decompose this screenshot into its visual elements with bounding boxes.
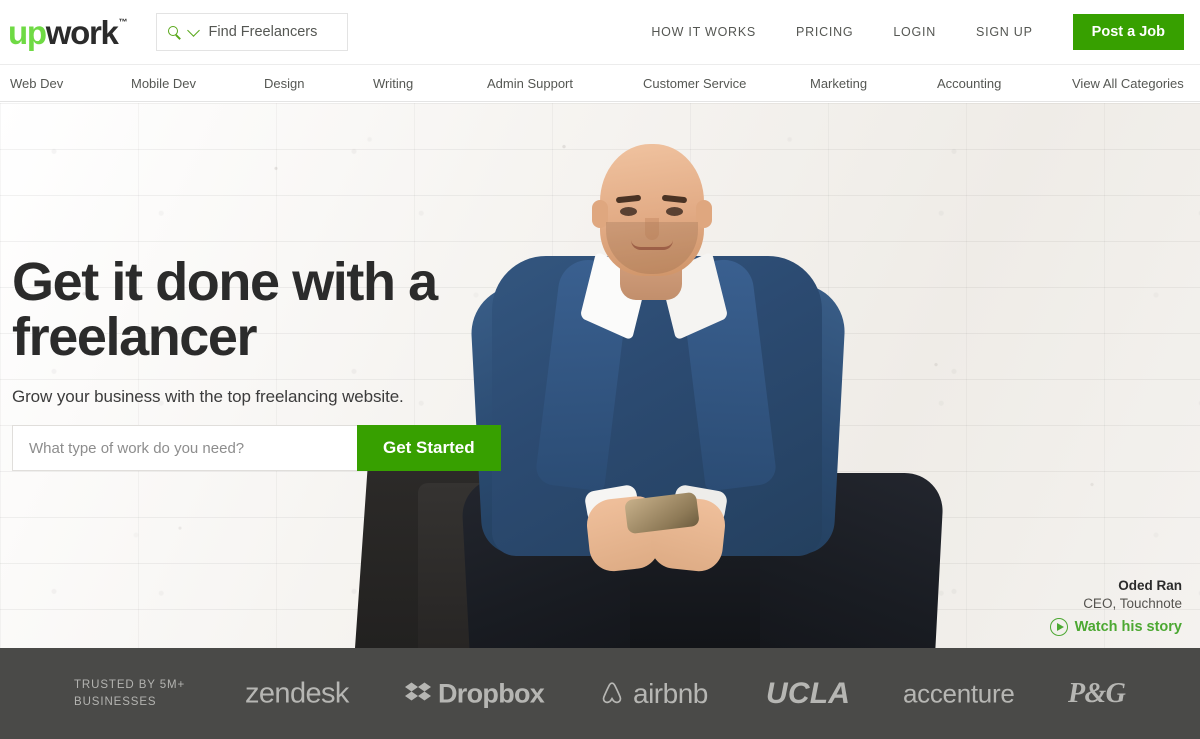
hero-search-form: Get Started bbox=[12, 425, 501, 472]
find-freelancers-label: Find Freelancers bbox=[208, 24, 318, 40]
testimonial-name: Oded Ran bbox=[1118, 577, 1182, 593]
brand-logo-ucla: UCLA bbox=[766, 677, 850, 711]
testimonial-role: CEO, Touchnote bbox=[1083, 595, 1182, 611]
ucla-wordmark: UCLA bbox=[766, 676, 851, 710]
post-a-job-button[interactable]: Post a Job bbox=[1072, 14, 1184, 50]
upwork-logo[interactable]: up work ™ bbox=[8, 16, 128, 49]
get-started-button[interactable]: Get Started bbox=[357, 425, 501, 472]
brand-logo-accenture: > accenture bbox=[903, 678, 1200, 709]
category-mobile-dev[interactable]: Mobile Dev bbox=[131, 76, 196, 91]
logo-text-up: up bbox=[8, 13, 47, 51]
hero-section: Get it done with a freelancer Grow your … bbox=[0, 103, 1200, 648]
accenture-wordmark: accenture bbox=[903, 678, 1015, 708]
dropbox-wordmark: Dropbox bbox=[438, 678, 545, 708]
watch-story-label: Watch his story bbox=[1074, 619, 1182, 635]
hero-headline: Get it done with a freelancer bbox=[12, 252, 438, 368]
airbnb-icon bbox=[598, 680, 626, 708]
brand-logo-pg: P&G bbox=[1068, 677, 1126, 710]
brand-logo-row: zendesk Dropbox airbnb UCLA > accentur bbox=[0, 648, 1200, 739]
hero-copy: Get it done with a freelancer Grow your … bbox=[12, 252, 501, 472]
zendesk-wordmark: zendesk bbox=[245, 677, 349, 709]
hero-subheadline: Grow your business with the top freelanc… bbox=[12, 387, 404, 407]
category-web-dev[interactable]: Web Dev bbox=[10, 76, 63, 91]
category-customer-service[interactable]: Customer Service bbox=[643, 76, 746, 91]
upwork-homepage: up work ™ Find Freelancers HOW IT WORKS PR… bbox=[0, 0, 1200, 739]
nav-pricing[interactable]: PRICING bbox=[796, 25, 853, 39]
nav-how-it-works[interactable]: HOW IT WORKS bbox=[651, 25, 756, 39]
site-header: up work ™ Find Freelancers HOW IT WORKS PR… bbox=[0, 0, 1200, 64]
nav-login[interactable]: LOGIN bbox=[893, 25, 936, 39]
dropbox-icon bbox=[405, 682, 432, 706]
chevron-down-icon bbox=[186, 23, 200, 37]
category-marketing[interactable]: Marketing bbox=[810, 76, 867, 91]
trusted-by-bar: TRUSTED BY 5M+ BUSINESSES zendesk Dropbo… bbox=[0, 648, 1200, 739]
hero-search-input[interactable] bbox=[12, 425, 357, 472]
nav-sign-up[interactable]: SIGN UP bbox=[976, 25, 1033, 39]
brand-logo-dropbox: Dropbox bbox=[405, 678, 545, 709]
category-design[interactable]: Design bbox=[264, 76, 304, 91]
brand-logo-airbnb: airbnb bbox=[598, 678, 708, 710]
logo-text-work: work bbox=[45, 13, 119, 51]
logo-trademark-icon: ™ bbox=[118, 16, 128, 27]
find-freelancers-dropdown[interactable]: Find Freelancers bbox=[155, 13, 348, 51]
category-admin-support[interactable]: Admin Support bbox=[487, 76, 573, 91]
brand-logo-zendesk: zendesk bbox=[245, 677, 349, 710]
airbnb-wordmark: airbnb bbox=[633, 677, 708, 709]
category-view-all-categories[interactable]: View All Categories bbox=[1072, 76, 1184, 91]
play-circle-icon bbox=[1049, 618, 1068, 636]
category-nav: Web Dev Mobile Dev Design Writing Admin … bbox=[0, 64, 1200, 102]
pg-wordmark: P&G bbox=[1068, 677, 1126, 709]
category-writing[interactable]: Writing bbox=[373, 76, 413, 91]
search-icon bbox=[167, 25, 181, 40]
category-accounting[interactable]: Accounting bbox=[937, 76, 1001, 91]
testimonial: Oded Ran CEO, Touchnote Watch his story bbox=[1049, 577, 1182, 636]
watch-story-link[interactable]: Watch his story bbox=[1049, 618, 1182, 636]
primary-nav: HOW IT WORKS PRICING LOGIN SIGN UP Post … bbox=[651, 14, 1200, 50]
